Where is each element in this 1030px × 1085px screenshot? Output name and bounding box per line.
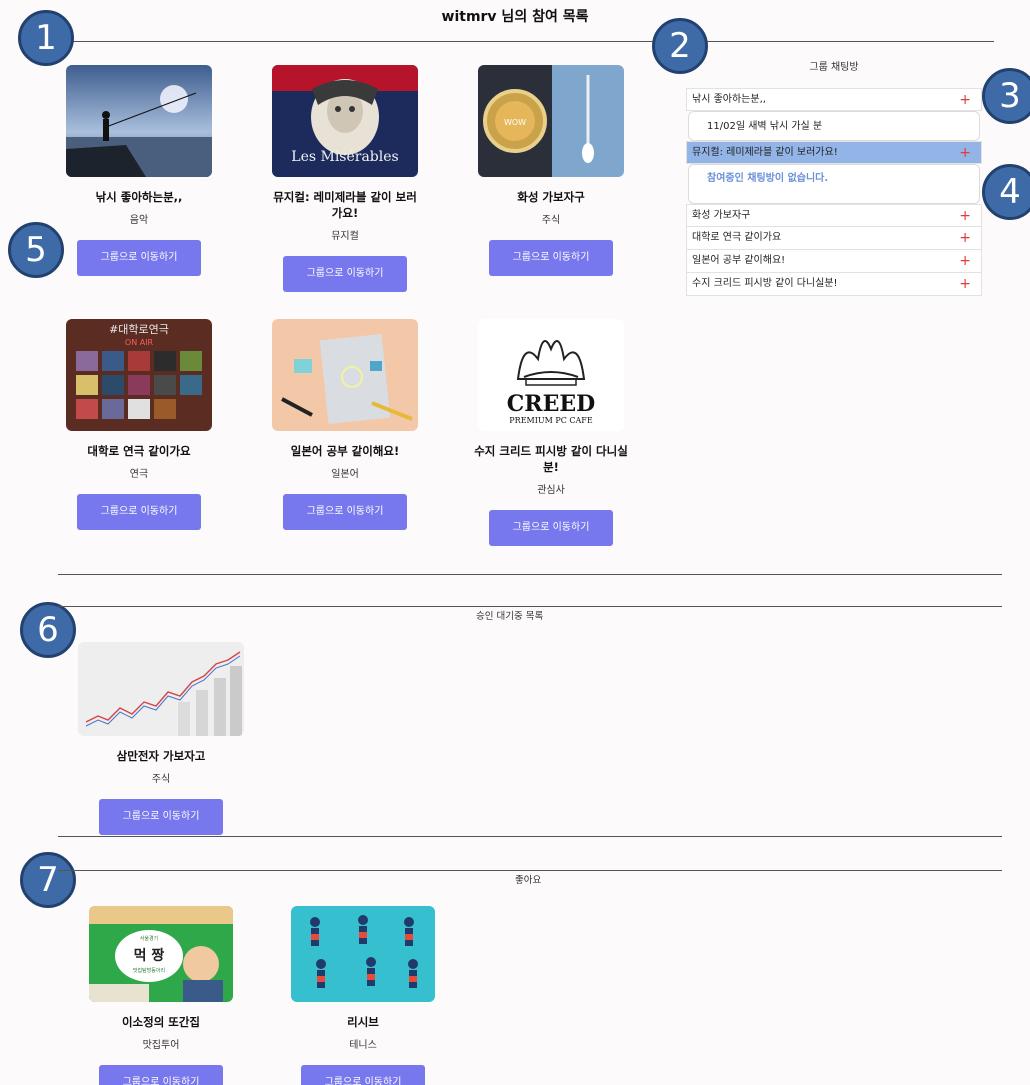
sports-thumbnail	[291, 906, 435, 1002]
group-card: 낚시 좋아하는분,, 음악 그룹으로 이동하기	[44, 65, 234, 276]
plus-icon[interactable]: +	[959, 227, 971, 249]
go-to-group-button[interactable]: 그룹으로 이동하기	[99, 1065, 223, 1085]
plus-icon[interactable]: +	[959, 273, 971, 295]
stock-chart-thumbnail	[78, 642, 244, 736]
go-to-group-button[interactable]: 그룹으로 이동하기	[99, 799, 223, 835]
theater-onair: ON AIR	[125, 338, 154, 347]
section-divider	[58, 836, 1002, 837]
chat-room-item[interactable]: 화성 가보자구 +	[686, 204, 982, 227]
chat-sub-room[interactable]: 11/02일 새벽 낚시 가실 분	[688, 111, 980, 141]
group-card: 서울경기 먹 짱 맛집탐방동아리 이소정의 또간집 맛집투어 그룹으로 이동하기	[64, 906, 258, 1085]
chat-heading: 그룹 채팅방	[809, 62, 859, 73]
card-category: 주식	[151, 774, 171, 785]
chat-room-list: 낚시 좋아하는분,, + 11/02일 새벽 낚시 가실 분 뮤지컬: 레미제라…	[686, 88, 982, 296]
chat-empty-message: 참여중인 채팅방이 없습니다.	[688, 164, 980, 204]
go-to-group-button[interactable]: 그룹으로 이동하기	[283, 256, 407, 292]
section-divider	[58, 606, 1002, 607]
study-thumbnail	[272, 319, 418, 431]
mukbang-thumbnail: 서울경기 먹 짱 맛집탐방동아리	[89, 906, 233, 1002]
page-title: witmrv 님의 참여 목록	[441, 9, 589, 25]
mukbang-badge-top: 서울경기	[140, 935, 158, 942]
les-mis-title: Les Misérables	[291, 149, 398, 165]
card-category: 음악	[129, 215, 149, 226]
section-divider	[58, 574, 1002, 575]
group-card: 삼만전자 가보자고 주식 그룹으로 이동하기	[64, 642, 258, 835]
card-title: 수지 크리드 피시방 같이 다니실분!	[474, 444, 628, 474]
callout-7: 7	[20, 852, 76, 908]
doge-rocket-thumbnail: WOW	[478, 65, 624, 177]
card-title: 삼만전자 가보자고	[116, 749, 206, 763]
creed-brand: CREED	[507, 391, 595, 417]
card-title: 일본어 공부 같이해요!	[290, 444, 400, 458]
card-category: 테니스	[349, 1040, 377, 1051]
group-card: #대학로연극 ON AIR 대학로 연극 같이가요 연극 그룹으로 이동하기	[44, 319, 234, 530]
chat-room-item[interactable]: 일본어 공부 같이해요! +	[686, 250, 982, 273]
les-miserables-thumbnail: Les Misérables	[272, 65, 418, 177]
creed-thumbnail: CREED PREMIUM PC CAFE	[478, 319, 624, 431]
fishing-thumbnail	[66, 65, 212, 177]
pending-label: 승인 대기중 목록	[476, 611, 544, 622]
doge-coin-text: WOW	[504, 118, 526, 127]
plus-icon[interactable]: +	[959, 250, 971, 272]
go-to-group-button[interactable]: 그룹으로 이동하기	[301, 1065, 425, 1085]
group-card: CREED PREMIUM PC CAFE 수지 크리드 피시방 같이 다니실분…	[456, 319, 646, 546]
card-title: 뮤지컬: 레미제라블 같이 보러가요!	[273, 190, 417, 220]
creed-tagline: PREMIUM PC CAFE	[509, 416, 593, 425]
card-title: 낚시 좋아하는분,,	[95, 190, 183, 204]
mukbang-badge-sub: 맛집탐방동아리	[133, 967, 165, 974]
plus-icon[interactable]: +	[959, 89, 971, 111]
chat-room-name: 뮤지컬: 레미제라블 같이 보러가요!	[692, 147, 838, 158]
go-to-group-button[interactable]: 그룹으로 이동하기	[77, 240, 201, 276]
chat-room-name: 대학로 연극 같이가요	[692, 232, 782, 243]
chat-room-name: 일본어 공부 같이해요!	[692, 255, 786, 266]
go-to-group-button[interactable]: 그룹으로 이동하기	[283, 494, 407, 530]
card-category: 일본어	[331, 469, 359, 480]
section-divider	[58, 870, 1002, 871]
group-card: WOW 화성 가보자구 주식 그룹으로 이동하기	[456, 65, 646, 276]
card-category: 관심사	[537, 485, 565, 496]
chat-room-item[interactable]: 수지 크리드 피시방 같이 다니실분! +	[686, 273, 982, 296]
chat-room-item[interactable]: 대학로 연극 같이가요 +	[686, 227, 982, 250]
callout-3: 3	[982, 68, 1030, 124]
liked-label: 좋아요	[515, 875, 542, 886]
group-card: 리시브 테니스 그룹으로 이동하기	[266, 906, 460, 1085]
go-to-group-button[interactable]: 그룹으로 이동하기	[489, 510, 613, 546]
card-category: 맛집투어	[142, 1040, 180, 1051]
card-title: 화성 가보자구	[517, 190, 585, 204]
card-category: 주식	[541, 215, 561, 226]
go-to-group-button[interactable]: 그룹으로 이동하기	[489, 240, 613, 276]
chat-room-name: 수지 크리드 피시방 같이 다니실분!	[692, 278, 838, 289]
mukbang-badge-main: 먹 짱	[134, 947, 165, 964]
chat-room-item[interactable]: 낚시 좋아하는분,, +	[686, 88, 982, 111]
chat-room-item-active[interactable]: 뮤지컬: 레미제라블 같이 보러가요! +	[686, 141, 982, 164]
header-divider	[48, 41, 994, 42]
plus-icon[interactable]: +	[959, 205, 971, 227]
theater-thumbnail: #대학로연극 ON AIR	[66, 319, 212, 431]
card-title: 리시브	[347, 1015, 379, 1029]
group-card: Les Misérables 뮤지컬: 레미제라블 같이 보러가요! 뮤지컬 그…	[250, 65, 440, 292]
card-category: 연극	[129, 469, 149, 480]
chat-room-name: 화성 가보자구	[692, 210, 751, 221]
go-to-group-button[interactable]: 그룹으로 이동하기	[77, 494, 201, 530]
theater-hashtag: #대학로연극	[109, 323, 169, 336]
card-title: 이소정의 또간집	[121, 1015, 201, 1029]
chat-room-name: 낚시 좋아하는분,,	[692, 94, 766, 105]
card-category: 뮤지컬	[331, 231, 359, 242]
card-title: 대학로 연극 같이가요	[87, 444, 191, 458]
callout-4: 4	[982, 164, 1030, 220]
group-card: 일본어 공부 같이해요! 일본어 그룹으로 이동하기	[250, 319, 440, 530]
plus-icon[interactable]: +	[959, 142, 971, 164]
callout-1: 1	[18, 10, 74, 66]
